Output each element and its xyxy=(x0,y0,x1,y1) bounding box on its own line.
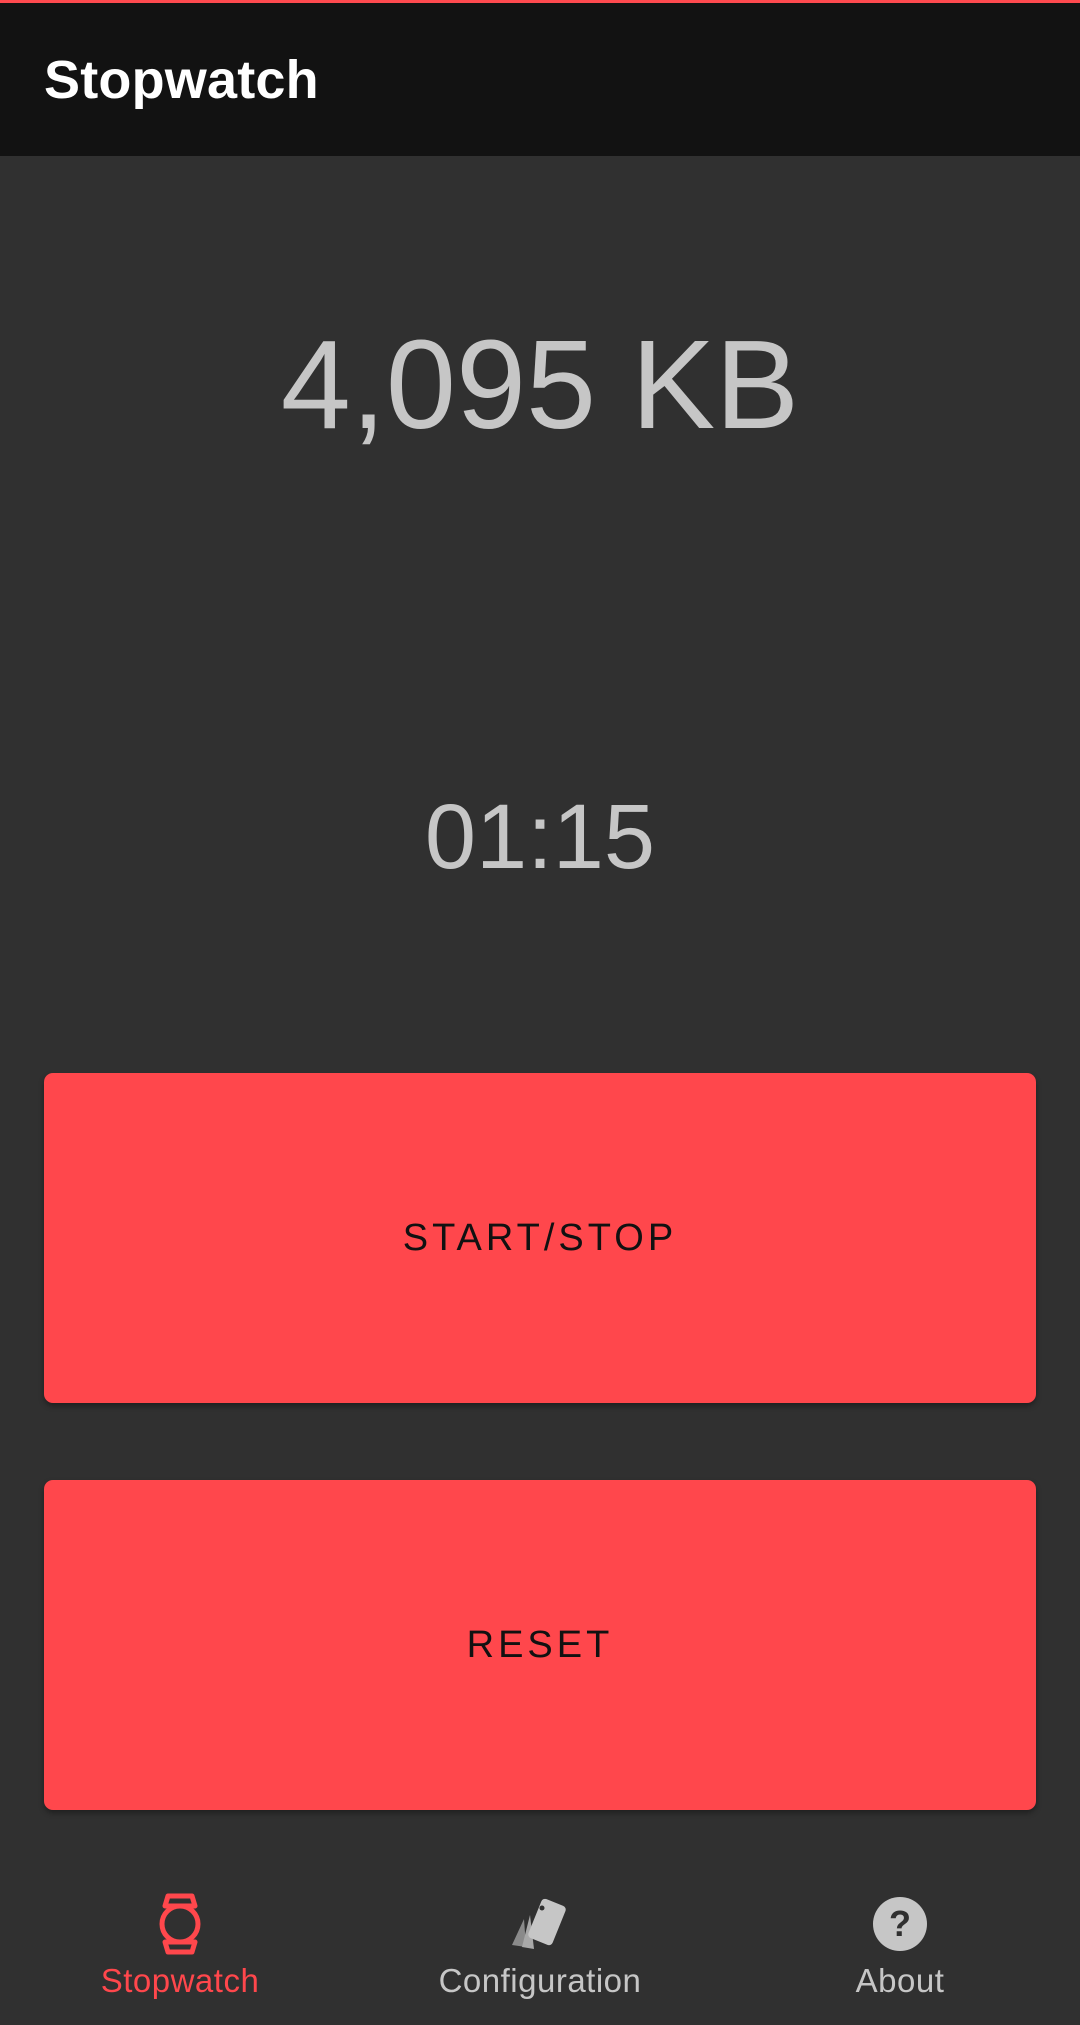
nav-item-configuration[interactable]: Configuration xyxy=(360,1870,720,2025)
svg-text:?: ? xyxy=(889,1903,911,1944)
nav-label-configuration: Configuration xyxy=(438,1962,642,1999)
cards-icon xyxy=(508,1892,572,1956)
elapsed-time-readout: 01:15 xyxy=(424,786,656,888)
page-title: Stopwatch xyxy=(44,49,319,110)
reset-label: RESET xyxy=(466,1623,614,1666)
reset-button[interactable]: RESET xyxy=(44,1480,1036,1810)
nav-item-stopwatch[interactable]: Stopwatch xyxy=(0,1870,360,2025)
stopwatch-screen: Stopwatch 4,095 KB 01:15 START/STOP RESE… xyxy=(0,0,1080,2025)
nav-label-about: About xyxy=(855,1962,945,1999)
nav-item-about[interactable]: ? About xyxy=(720,1870,1080,2025)
start-stop-button[interactable]: START/STOP xyxy=(44,1073,1036,1403)
nav-label-stopwatch: Stopwatch xyxy=(100,1962,260,1999)
size-readout: 4,095 KB xyxy=(280,314,800,455)
bottom-navigation: Stopwatch Configuration ? About xyxy=(0,1870,1080,2025)
start-stop-label: START/STOP xyxy=(402,1216,678,1259)
app-bar: Stopwatch xyxy=(0,3,1080,156)
watch-icon xyxy=(148,1892,212,1956)
help-circle-icon: ? xyxy=(868,1892,932,1956)
